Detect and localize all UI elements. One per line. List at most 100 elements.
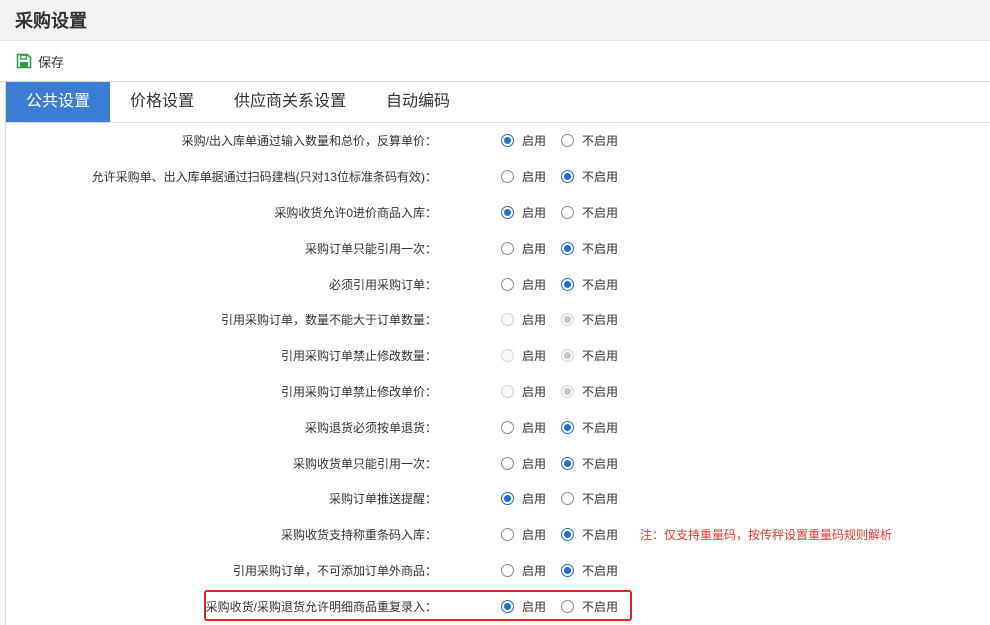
setting-label: 允许采购单、出入库单据通过扫码建档(只对13位标准条码有效)： xyxy=(91,170,437,185)
tab-supplier-relation-settings[interactable]: 供应商关系设置 xyxy=(214,82,366,122)
disable-radio[interactable] xyxy=(561,492,574,506)
tab-common-settings[interactable]: 公共设置 xyxy=(6,82,111,122)
enable-radio xyxy=(501,313,514,327)
enable-radio[interactable] xyxy=(501,528,514,542)
enable-option-label: 启用 xyxy=(522,563,547,578)
disable-option[interactable]: 不启用 xyxy=(561,517,618,553)
enable-radio[interactable] xyxy=(501,492,514,506)
setting-label: 引用采购订单，不可添加订单外商品： xyxy=(232,563,437,578)
enable-option: 启用 xyxy=(501,374,546,410)
disable-option[interactable]: 不启用 xyxy=(561,266,618,302)
disable-option[interactable]: 不启用 xyxy=(561,159,618,195)
enable-option[interactable]: 启用 xyxy=(501,588,546,624)
setting-label: 采购/出入库单通过输入数量和总价，反算单价： xyxy=(181,134,437,149)
tab-price-settings[interactable]: 价格设置 xyxy=(110,82,214,122)
disable-radio[interactable] xyxy=(561,205,574,219)
enable-radio[interactable] xyxy=(501,456,514,470)
enable-option[interactable]: 启用 xyxy=(501,517,546,553)
enable-option[interactable]: 启用 xyxy=(501,553,546,589)
setting-label: 采购收货/采购退货允许明细商品重复录入： xyxy=(205,599,437,614)
enable-option[interactable]: 启用 xyxy=(501,481,546,517)
disable-radio[interactable] xyxy=(561,563,574,577)
enable-option-label: 启用 xyxy=(522,384,547,399)
disable-radio[interactable] xyxy=(561,599,574,613)
disable-option: 不启用 xyxy=(561,338,618,374)
enable-option-label: 启用 xyxy=(522,313,547,328)
enable-radio[interactable] xyxy=(501,563,514,577)
enable-option[interactable]: 启用 xyxy=(501,195,546,231)
enable-option[interactable]: 启用 xyxy=(501,445,546,481)
enable-option[interactable]: 启用 xyxy=(501,123,546,159)
save-button[interactable]: 保存 xyxy=(16,52,64,71)
setting-row: 采购订单推送提醒： 启用 不启用 xyxy=(6,481,990,517)
disable-option-label: 不启用 xyxy=(582,599,619,614)
enable-radio[interactable] xyxy=(501,205,514,219)
enable-option[interactable]: 启用 xyxy=(501,266,546,302)
disable-option[interactable]: 不启用 xyxy=(561,481,618,517)
disable-option[interactable]: 不启用 xyxy=(561,230,618,266)
disable-option-label: 不启用 xyxy=(582,277,619,292)
setting-row: 采购退货必须按单退货： 启用 不启用 xyxy=(6,409,990,445)
enable-radio[interactable] xyxy=(501,241,514,255)
setting-label: 采购收货单只能引用一次： xyxy=(292,456,437,471)
disable-option-label: 不启用 xyxy=(582,563,619,578)
disable-option-label: 不启用 xyxy=(582,456,619,471)
setting-row: 采购收货/采购退货允许明细商品重复录入： 启用 不启用 xyxy=(6,588,990,624)
disable-option-label: 不启用 xyxy=(582,384,619,399)
disable-radio[interactable] xyxy=(561,170,574,184)
setting-label: 采购收货支持称重条码入库： xyxy=(280,528,437,543)
enable-option[interactable]: 启用 xyxy=(501,409,546,445)
disable-radio[interactable] xyxy=(561,420,574,434)
page-title: 采购设置 xyxy=(15,11,87,31)
setting-row: 采购订单只能引用一次： 启用 不启用 xyxy=(6,230,990,266)
enable-radio[interactable] xyxy=(501,134,514,148)
disable-option-label: 不启用 xyxy=(582,528,619,543)
enable-radio xyxy=(501,384,514,398)
settings-list: 采购/出入库单通过输入数量和总价，反算单价： 启用 不启用 允许采购单、出入库单据通过… xyxy=(6,123,990,624)
disable-option[interactable]: 不启用 xyxy=(561,195,618,231)
setting-row: 引用采购订单禁止修改数量： 启用 不启用 xyxy=(6,338,990,374)
enable-radio[interactable] xyxy=(501,420,514,434)
enable-radio[interactable] xyxy=(501,170,514,184)
setting-row: 引用采购订单，数量不能大于订单数量： 启用 不启用 xyxy=(6,302,990,338)
disable-radio[interactable] xyxy=(561,277,574,291)
setting-label: 必须引用采购订单： xyxy=(328,277,437,292)
setting-label: 采购退货必须按单退货： xyxy=(304,420,437,435)
setting-label: 采购订单只能引用一次： xyxy=(304,241,437,256)
enable-option-label: 启用 xyxy=(522,420,547,435)
enable-radio[interactable] xyxy=(501,277,514,291)
disable-radio xyxy=(561,313,574,327)
tab-bar: 公共设置 价格设置 供应商关系设置 自动编码 xyxy=(6,82,990,123)
enable-radio[interactable] xyxy=(501,599,514,613)
enable-option-label: 启用 xyxy=(522,349,547,364)
enable-option-label: 启用 xyxy=(522,277,547,292)
disable-option[interactable]: 不启用 xyxy=(561,409,618,445)
disable-radio[interactable] xyxy=(561,241,574,255)
setting-row: 必须引用采购订单： 启用 不启用 xyxy=(6,266,990,302)
enable-option[interactable]: 启用 xyxy=(501,159,546,195)
disable-option-label: 不启用 xyxy=(582,170,619,185)
enable-option[interactable]: 启用 xyxy=(501,230,546,266)
disable-radio[interactable] xyxy=(561,134,574,148)
setting-label: 引用采购订单，数量不能大于订单数量： xyxy=(220,313,437,328)
enable-option-label: 启用 xyxy=(522,492,547,507)
setting-row: 引用采购订单禁止修改单价： 启用 不启用 xyxy=(6,374,990,410)
disable-radio[interactable] xyxy=(561,528,574,542)
setting-row: 采购收货允许0进价商品入库： 启用 不启用 xyxy=(6,195,990,231)
enable-option-label: 启用 xyxy=(522,456,547,471)
save-label: 保存 xyxy=(38,54,65,70)
disable-option-label: 不启用 xyxy=(582,313,619,328)
disable-option[interactable]: 不启用 xyxy=(561,553,618,589)
disable-radio[interactable] xyxy=(561,456,574,470)
tab-auto-coding[interactable]: 自动编码 xyxy=(366,82,470,122)
title-bar: 采购设置 xyxy=(0,0,990,41)
enable-option-label: 启用 xyxy=(522,205,547,220)
setting-row: 允许采购单、出入库单据通过扫码建档(只对13位标准条码有效)： 启用 不启用 xyxy=(6,159,990,195)
disable-option-label: 不启用 xyxy=(582,492,619,507)
disable-option[interactable]: 不启用 xyxy=(561,588,618,624)
save-icon xyxy=(16,53,32,69)
settings-panel: 公共设置 价格设置 供应商关系设置 自动编码 采购/出入库单通过输入数量和总价，… xyxy=(5,82,990,625)
disable-option[interactable]: 不启用 xyxy=(561,445,618,481)
enable-radio xyxy=(501,349,514,363)
disable-option[interactable]: 不启用 xyxy=(561,123,618,159)
